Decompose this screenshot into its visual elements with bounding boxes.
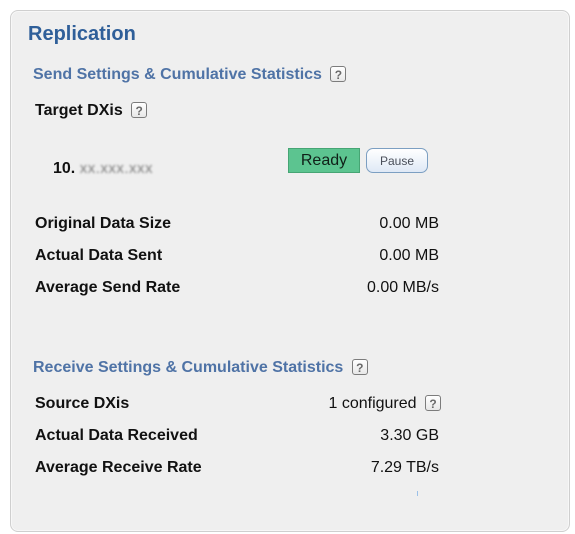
target-dxis-text: Target DXis: [35, 102, 123, 119]
send-settings-section-title: Send Settings & Cumulative Statistics ?: [33, 65, 347, 84]
actual-data-sent-label: Actual Data Sent: [35, 247, 163, 264]
actual-data-sent-value: 0.00 MB: [379, 247, 439, 264]
average-receive-rate-label: Average Receive Rate: [35, 459, 202, 476]
source-dxis-value: 1 configured ?: [328, 394, 441, 413]
source-dxis-label: Source DXis: [35, 395, 130, 412]
original-data-size-label: Original Data Size: [35, 215, 172, 232]
target-ip-redacted: xx.xxx.xxx: [79, 160, 154, 177]
average-send-rate-label: Average Send Rate: [35, 279, 181, 296]
target-ip-prefix: 10.: [53, 160, 76, 177]
target-ip-address: 10. xx.xxx.xxx: [53, 160, 153, 178]
original-data-size-value: 0.00 MB: [379, 215, 439, 232]
send-settings-title-text: Send Settings & Cumulative Statistics: [33, 66, 322, 83]
actual-data-received-label: Actual Data Received: [35, 427, 198, 444]
help-icon[interactable]: ?: [330, 65, 347, 82]
target-dxis-label: Target DXis ?: [35, 101, 148, 120]
help-icon[interactable]: ?: [351, 358, 368, 375]
status-badge-ready: Ready: [288, 148, 360, 173]
pause-button[interactable]: Pause: [366, 148, 428, 173]
source-dxis-value-text: 1 configured: [328, 395, 417, 412]
help-icon[interactable]: ?: [131, 101, 148, 118]
actual-data-received-value: 3.30 GB: [380, 427, 439, 444]
average-receive-rate-value: 7.29 TB/s: [370, 459, 439, 476]
average-send-rate-value: 0.00 MB/s: [366, 279, 439, 296]
receive-settings-title-text: Receive Settings & Cumulative Statistics: [33, 359, 344, 376]
help-icon[interactable]: ?: [425, 394, 441, 411]
panel-title: Replication: [28, 23, 136, 45]
blue-divider-mark: [417, 491, 418, 496]
replication-panel: Replication Send Settings & Cumulative S…: [10, 10, 570, 532]
receive-settings-section-title: Receive Settings & Cumulative Statistics…: [33, 358, 368, 377]
